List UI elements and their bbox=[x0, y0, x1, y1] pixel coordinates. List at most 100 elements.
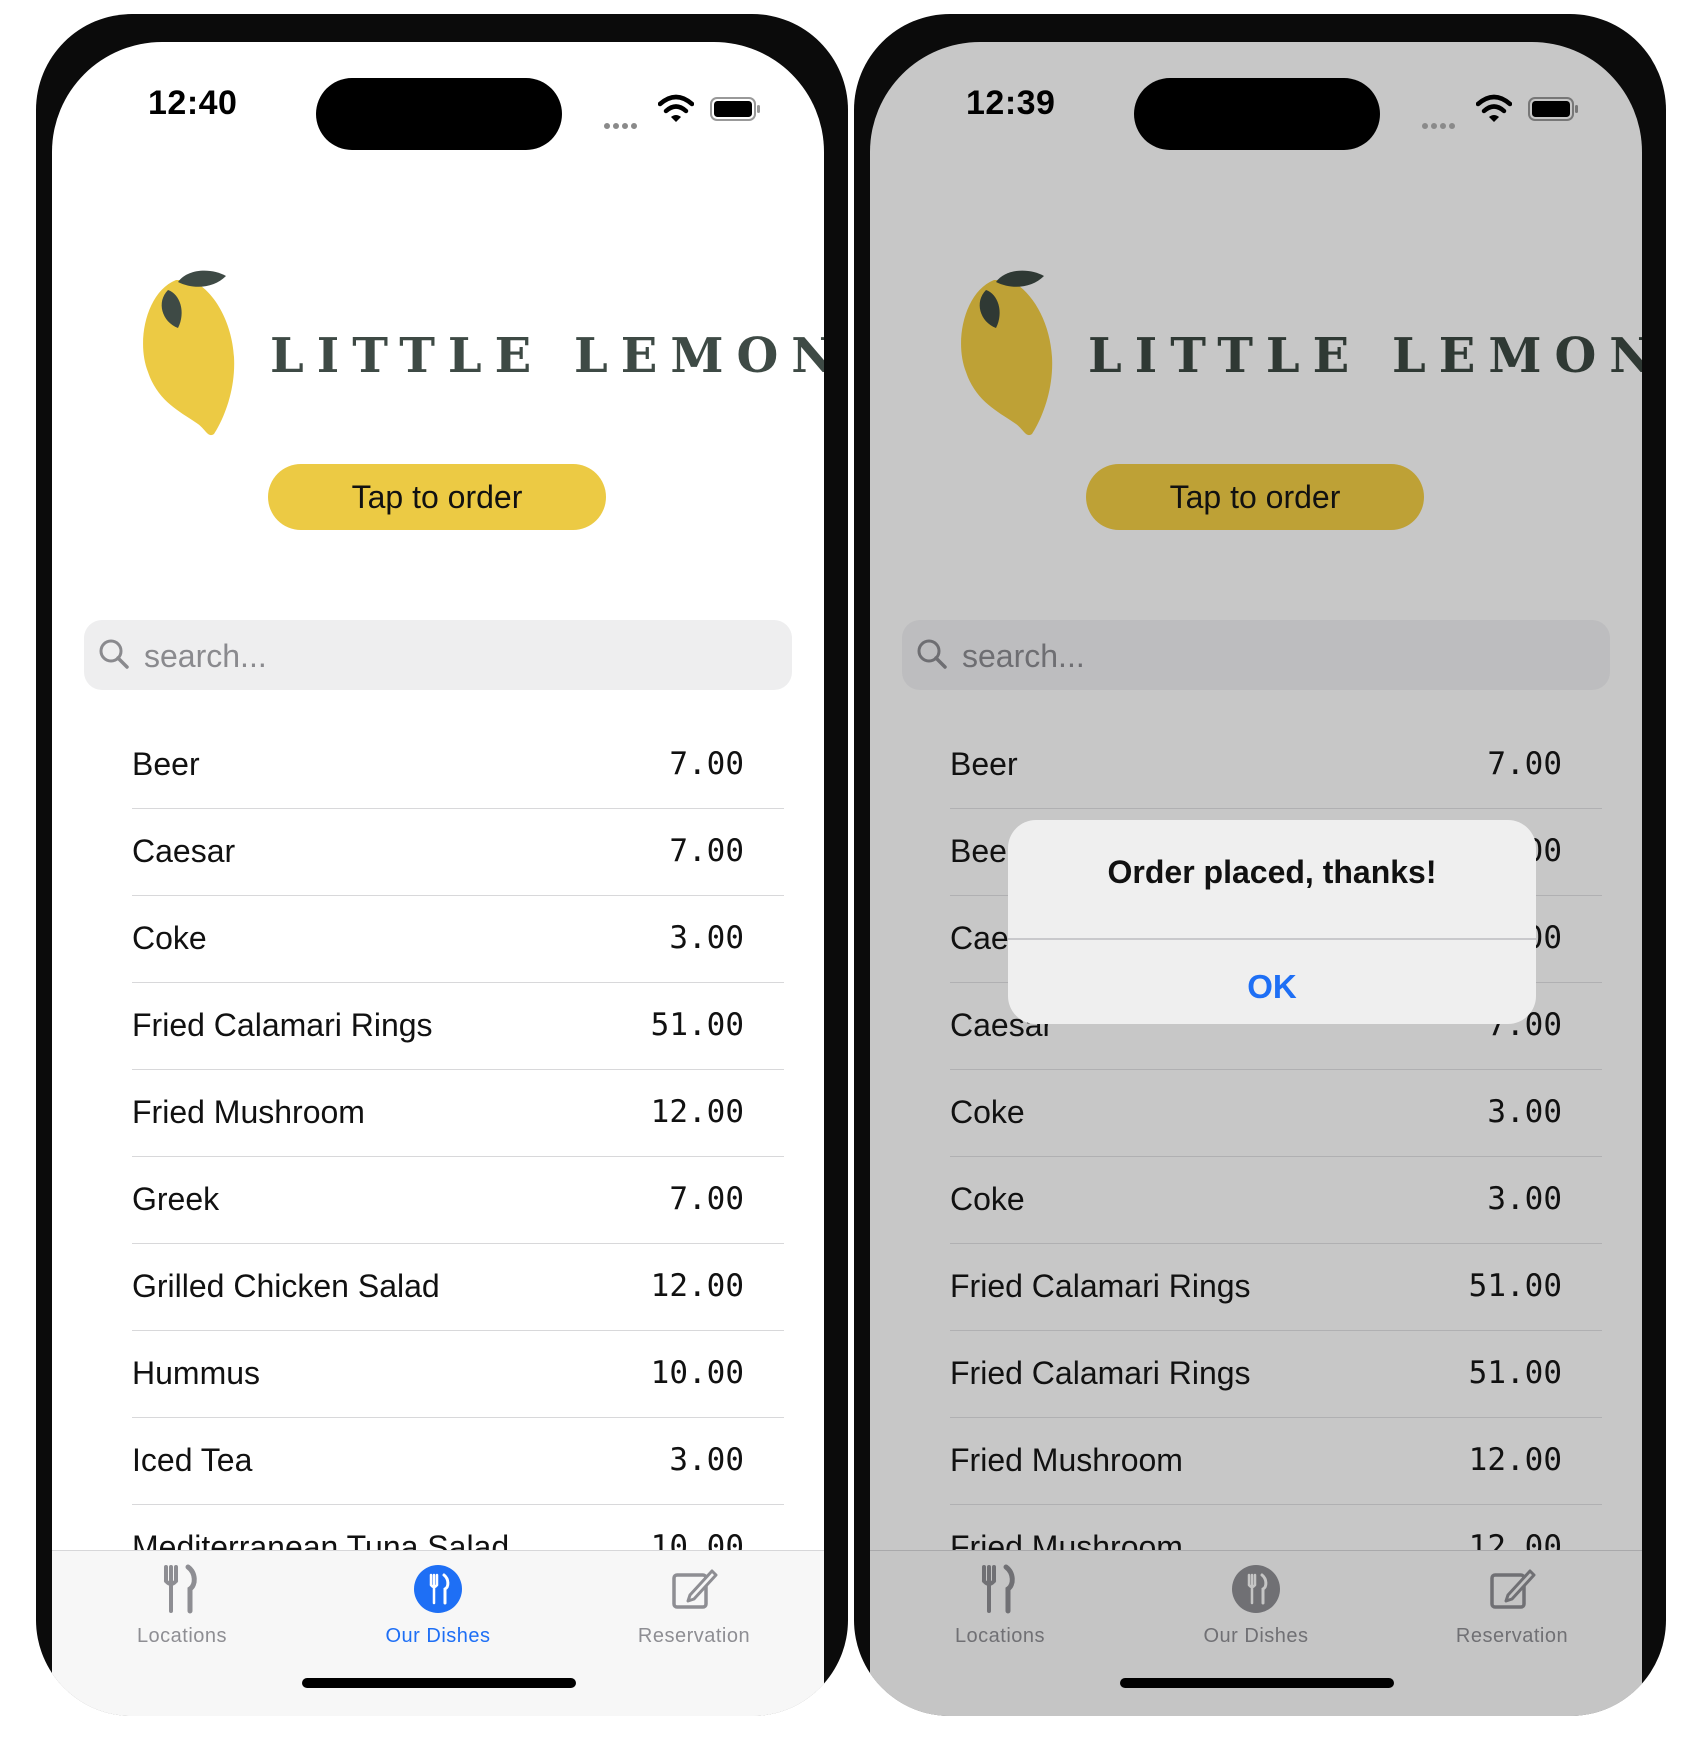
alert-title: Order placed, thanks! bbox=[1107, 854, 1437, 890]
dish-price: 7.00 bbox=[669, 1181, 744, 1217]
tab-label: Reservation bbox=[637, 1625, 751, 1647]
alert-divider bbox=[1008, 938, 1536, 940]
dishes-icon bbox=[414, 1565, 462, 1613]
battery-icon bbox=[1528, 97, 1578, 121]
signal-dots-icon bbox=[604, 116, 644, 129]
search-field[interactable]: search... bbox=[84, 620, 792, 690]
list-item[interactable]: Grilled Chicken Salad 12.00 bbox=[132, 1244, 784, 1331]
search-icon bbox=[99, 639, 129, 669]
list-item[interactable]: Fried Mushroom 12.00 bbox=[132, 1070, 784, 1157]
tap-to-order-button[interactable]: Tap to order bbox=[268, 464, 606, 530]
signal-dots-icon bbox=[1422, 116, 1462, 129]
dish-price: 51.00 bbox=[650, 1007, 744, 1043]
dish-name: Fried Calamari Rings bbox=[950, 1355, 1251, 1391]
dish-price: 3.00 bbox=[669, 920, 744, 956]
tab-label: Our Dishes bbox=[385, 1625, 491, 1647]
tab-our-dishes[interactable]: Our Dishes bbox=[1156, 1563, 1356, 1648]
tap-to-order-button[interactable]: Tap to order bbox=[1086, 464, 1424, 530]
list-item[interactable]: Beer 7.00 bbox=[132, 722, 784, 809]
tab-label: Locations bbox=[136, 1625, 228, 1647]
search-field[interactable]: search... bbox=[902, 620, 1610, 690]
tab-bar: Locations Our Dishes Reservation bbox=[870, 1550, 1642, 1716]
dishes-icon bbox=[1232, 1565, 1280, 1613]
search-placeholder: search... bbox=[144, 638, 267, 674]
app-screen-right: 12:39 LITTLE LEMON Tap to order search..… bbox=[870, 42, 1642, 1716]
search-icon bbox=[917, 639, 947, 669]
dish-list[interactable]: Beer 7.00 Caesar 7.00 Coke 3.00 Fried Calam… bbox=[132, 722, 784, 1592]
status-time: 12:39 bbox=[966, 84, 1056, 122]
dynamic-island bbox=[316, 78, 562, 150]
search-placeholder: search... bbox=[962, 638, 1085, 674]
dish-price: 7.00 bbox=[669, 833, 744, 869]
tab-label: Locations bbox=[954, 1625, 1046, 1647]
status-bar: 12:40 bbox=[52, 42, 824, 152]
brand-header: LITTLE LEMON bbox=[52, 262, 824, 452]
dish-name: Caesar bbox=[132, 833, 236, 869]
list-item[interactable]: Iced Tea 3.00 bbox=[132, 1418, 784, 1505]
dish-name: Coke bbox=[132, 920, 207, 956]
dish-price: 3.00 bbox=[1487, 1094, 1562, 1130]
list-item[interactable]: Greek 7.00 bbox=[132, 1157, 784, 1244]
dish-price: 51.00 bbox=[1468, 1355, 1562, 1391]
edit-icon bbox=[1490, 1569, 1536, 1609]
dish-price: 3.00 bbox=[669, 1442, 744, 1478]
dish-name: Fried Mushroom bbox=[132, 1094, 365, 1130]
dish-price: 10.00 bbox=[650, 1355, 744, 1391]
edit-icon bbox=[672, 1569, 718, 1609]
brand-title: LITTLE LEMON bbox=[1088, 328, 1642, 384]
list-item[interactable]: Beer 7.00 bbox=[950, 722, 1602, 809]
list-item[interactable]: Coke 3.00 bbox=[132, 896, 784, 983]
home-indicator[interactable] bbox=[302, 1678, 576, 1688]
list-item[interactable]: Hummus 10.00 bbox=[132, 1331, 784, 1418]
battery-icon bbox=[710, 97, 760, 121]
status-bar: 12:39 bbox=[870, 42, 1642, 152]
phone-frame-right: 12:39 LITTLE LEMON Tap to order search..… bbox=[854, 14, 1666, 1716]
tab-locations[interactable]: Locations bbox=[82, 1563, 282, 1648]
dish-name: Coke bbox=[950, 1094, 1025, 1130]
tab-label: Our Dishes bbox=[1203, 1625, 1309, 1647]
brand-title: LITTLE LEMON bbox=[270, 328, 824, 384]
list-item[interactable]: Caesar 7.00 bbox=[132, 809, 784, 896]
tab-reservation[interactable]: Reservation bbox=[1412, 1563, 1612, 1648]
home-indicator[interactable] bbox=[1120, 1678, 1394, 1688]
alert-ok-button[interactable]: OK bbox=[1008, 950, 1536, 1024]
dish-price: 12.00 bbox=[1468, 1442, 1562, 1478]
list-item[interactable]: Fried Calamari Rings 51.00 bbox=[950, 1331, 1602, 1418]
dish-name: Hummus bbox=[132, 1355, 261, 1391]
dish-price: 12.00 bbox=[650, 1268, 744, 1304]
order-alert-dialog: Order placed, thanks! OK bbox=[1008, 820, 1536, 1024]
dish-price: 7.00 bbox=[1487, 746, 1562, 782]
dish-name: Beer bbox=[132, 746, 200, 782]
dish-name: Grilled Chicken Salad bbox=[132, 1268, 440, 1304]
list-item[interactable]: Fried Calamari Rings 51.00 bbox=[950, 1244, 1602, 1331]
list-item[interactable]: Coke 3.00 bbox=[950, 1157, 1602, 1244]
dish-name: Greek bbox=[132, 1181, 220, 1217]
dish-name: Fried Calamari Rings bbox=[950, 1268, 1251, 1304]
wifi-icon bbox=[658, 94, 694, 122]
list-item[interactable]: Fried Mushroom 12.00 bbox=[950, 1418, 1602, 1505]
lemon-logo-icon bbox=[143, 270, 235, 436]
dish-price: 12.00 bbox=[650, 1094, 744, 1130]
wifi-icon bbox=[1476, 94, 1512, 122]
dynamic-island bbox=[1134, 78, 1380, 150]
dish-name: Beer bbox=[950, 746, 1018, 782]
dish-price: 3.00 bbox=[1487, 1181, 1562, 1217]
status-time: 12:40 bbox=[148, 84, 238, 122]
tab-our-dishes[interactable]: Our Dishes bbox=[338, 1563, 538, 1648]
list-item[interactable]: Fried Calamari Rings 51.00 bbox=[132, 983, 784, 1070]
dish-price: 51.00 bbox=[1468, 1268, 1562, 1304]
dish-price: 7.00 bbox=[669, 746, 744, 782]
app-screen-left: 12:40 LITTLE LEMON Tap to order search..… bbox=[52, 42, 824, 1716]
brand-header: LITTLE LEMON bbox=[870, 262, 1642, 452]
dish-name: Iced Tea bbox=[132, 1442, 253, 1478]
dish-name: Fried Mushroom bbox=[950, 1442, 1183, 1478]
fork-knife-icon bbox=[982, 1564, 1015, 1614]
tab-label: Reservation bbox=[1455, 1625, 1569, 1647]
tab-reservation[interactable]: Reservation bbox=[594, 1563, 794, 1648]
dish-name: Coke bbox=[950, 1181, 1025, 1217]
list-item[interactable]: Coke 3.00 bbox=[950, 1070, 1602, 1157]
lemon-logo-icon bbox=[961, 270, 1053, 436]
fork-knife-icon bbox=[164, 1564, 197, 1614]
tab-locations[interactable]: Locations bbox=[900, 1563, 1100, 1648]
tab-bar: Locations Our Dishes Reservation bbox=[52, 1550, 824, 1716]
